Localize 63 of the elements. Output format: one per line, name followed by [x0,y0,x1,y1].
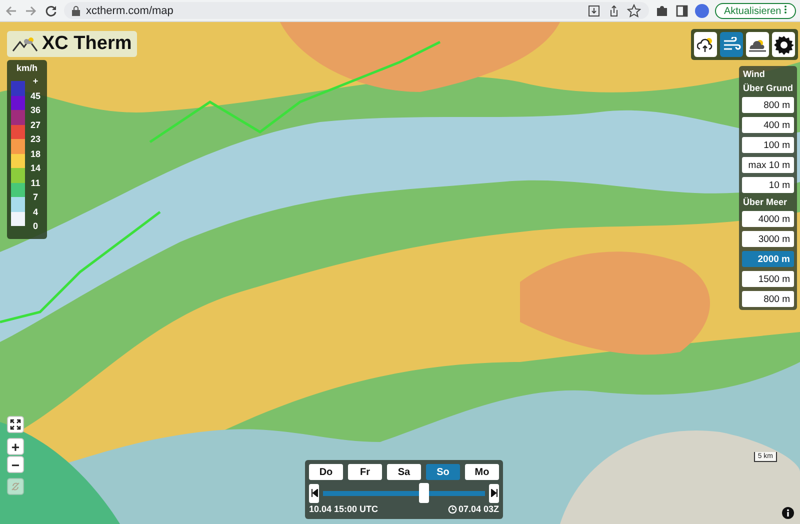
forecast-time: 10.04 15:00 UTC [309,504,378,515]
step-back-button[interactable] [309,484,319,502]
address-bar[interactable]: xctherm.com/map [64,2,649,19]
update-button[interactable]: Aktualisieren [714,2,796,18]
altitude-button[interactable]: 800 m [742,291,794,307]
legend-unit: km/h [16,63,38,73]
fullscreen-button[interactable] [7,416,24,433]
legend-label: 4 [32,206,39,218]
more-icon [784,4,787,14]
wind-icon [722,36,740,52]
altitude-button[interactable]: 2000 m [742,251,794,267]
skip-forward-icon [490,489,498,497]
step-forward-button[interactable] [489,484,499,502]
logo-text: XC Therm [42,33,132,55]
download-icon[interactable] [586,4,601,18]
legend-label: 36 [29,104,42,117]
layer-button[interactable] [694,32,717,57]
profile-avatar[interactable] [694,4,709,18]
expand-icon [10,419,21,430]
settings-icon [774,34,794,54]
zoom-in-button[interactable]: + [7,438,24,455]
group-label: Über Grund [743,83,793,93]
legend-label: 18 [29,148,42,160]
day-tab[interactable]: So [426,464,460,480]
reload-icon[interactable] [44,4,58,18]
legend-label: 23 [29,133,42,146]
layer-button[interactable] [772,32,795,57]
altitude-button[interactable]: 3000 m [742,231,794,247]
zoom-out-button[interactable]: − [7,456,24,473]
legend-label: 14 [29,162,42,175]
day-tab[interactable]: Sa [387,464,421,480]
altitude-button[interactable]: 4000 m [742,211,794,227]
back-icon[interactable] [4,4,18,18]
url-text: xctherm.com/map [86,4,174,16]
legend-label: 45 [29,90,42,102]
skip-back-icon [310,489,318,497]
altitude-button[interactable]: 10 m [742,177,794,193]
cloud-sun-icon [696,36,714,54]
model-run-time: 07.04 03Z [458,504,499,515]
legend-label: 0 [32,220,39,233]
lock-icon [72,6,80,16]
day-tab[interactable]: Mo [465,464,499,480]
legend-label: + [32,75,40,88]
sidebar-icon[interactable] [674,4,689,18]
slider-thumb[interactable] [418,483,429,503]
legend-label: 27 [29,118,42,132]
clock-icon [448,505,458,514]
altitude-button[interactable]: 800 m [742,97,794,113]
altitude-button[interactable]: 400 m [742,117,794,133]
star-icon[interactable] [626,4,641,18]
altitude-button[interactable]: 100 m [742,137,794,153]
group-label: Über Meer [743,197,788,207]
legend-label: 7 [32,191,39,204]
altitude-button[interactable]: max 10 m [742,157,794,173]
info-icon[interactable] [782,507,794,519]
layer-button[interactable] [746,32,769,57]
day-tab[interactable]: Do [309,464,343,480]
day-tab[interactable]: Fr [348,464,382,480]
panel-title: Wind [743,69,766,79]
altitude-button[interactable]: 1500 m [742,271,794,287]
mountain-cloud-icon [12,36,38,52]
forward-icon[interactable] [24,4,38,18]
legend-label: 11 [30,176,42,190]
